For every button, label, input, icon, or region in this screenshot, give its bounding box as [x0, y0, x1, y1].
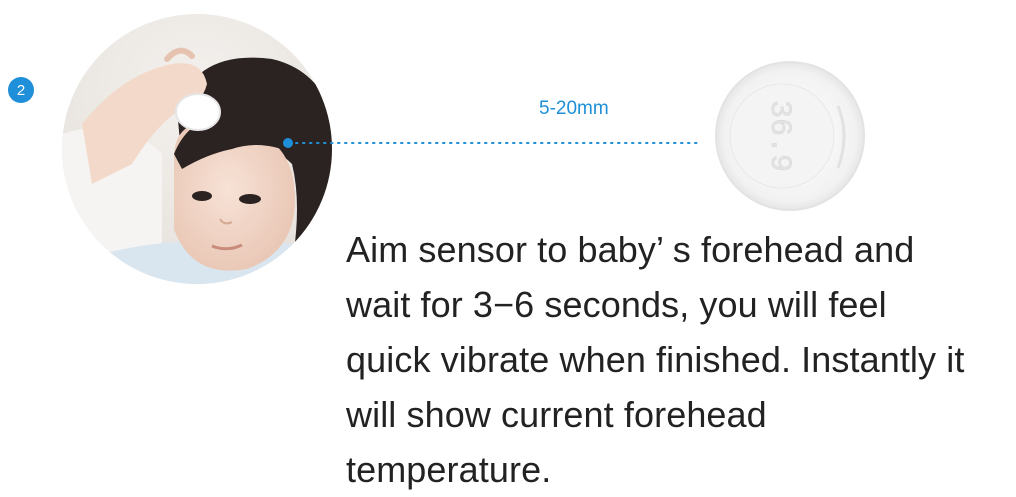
- device-reading: 36.9: [762, 100, 796, 172]
- distance-line: [283, 138, 703, 148]
- instruction-line: will show current forehead: [346, 394, 767, 435]
- instruction-line: wait for 3−6 seconds, you will feel: [346, 284, 887, 325]
- distance-label: 5-20mm: [539, 98, 609, 119]
- step-number-badge: 2: [8, 77, 34, 103]
- thermometer-device: 36.9: [715, 61, 865, 211]
- instructions-text: Aim sensor to baby’ s forehead and wait …: [346, 222, 1014, 497]
- instruction-line: quick vibrate when finished. Instantly i…: [346, 339, 965, 380]
- instruction-line: Aim sensor to baby’ s forehead and: [346, 229, 915, 270]
- instruction-line: temperature.: [346, 449, 552, 490]
